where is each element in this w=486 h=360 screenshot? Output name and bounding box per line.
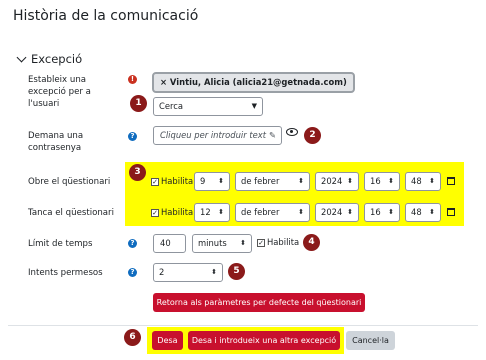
close-quiz-minute: 48 [411,207,422,217]
dropdown-arrow-icon: ⬍ [388,208,394,216]
calendar-icon[interactable] [447,177,455,185]
dropdown-arrow-icon: ⬍ [429,208,435,216]
open-quiz-label: Obre el qüestionari [28,177,111,187]
attempts-select[interactable]: 2 ⬍ [153,263,223,282]
open-quiz-day-select[interactable]: 9 ⬍ [194,172,230,191]
open-quiz-enable-label: Habilita [161,176,194,186]
dropdown-arrow-icon: ⬍ [429,177,435,185]
attempts-label: Intents permesos [28,268,103,278]
close-quiz-enable-label: Habilita [161,207,194,217]
dropdown-arrow-icon: ▼ [251,102,257,110]
time-limit-unit-select[interactable]: minuts ⬍ [192,234,252,253]
dropdown-arrow-icon: ⬍ [388,177,394,185]
open-quiz-enable-checkbox[interactable]: ✓ [151,178,159,186]
section-header-exception[interactable]: Excepció [16,52,83,66]
save-button[interactable]: Desa [152,331,183,350]
marker-1: 1 [130,95,147,112]
password-label: Demana una contrasenya [28,131,84,153]
marker-3: 3 [129,164,146,181]
close-quiz-year-select[interactable]: 2024 ⬍ [315,203,359,222]
close-quiz-minute-select[interactable]: 48 ⬍ [405,203,441,222]
page-title: Història de la comunicació [13,8,199,24]
help-icon[interactable]: ? [128,132,137,141]
close-quiz-day-select[interactable]: 12 ⬍ [194,203,230,222]
selected-user-chip[interactable]: × Vintiu, Alicia (alicia21@getnada.com) [152,72,355,93]
open-quiz-minute: 48 [411,176,422,186]
open-quiz-year: 2024 [321,176,343,186]
calendar-icon[interactable] [447,208,455,216]
close-quiz-month: de febrer [241,207,280,217]
close-quiz-year: 2024 [321,207,343,217]
chevron-down-icon[interactable] [16,52,27,62]
dropdown-arrow-icon: ⬍ [218,208,224,216]
cancel-button[interactable]: Cancel·la [346,331,395,350]
close-quiz-day: 12 [200,207,211,217]
time-limit-enable-checkbox[interactable]: ✓ [257,239,265,247]
dropdown-arrow-icon: ⬍ [218,177,224,185]
attempts-value: 2 [159,267,165,277]
user-override-label: Estableix una excepció per a l'usuari [28,75,91,109]
user-search-select[interactable]: Cerca ▼ [153,97,263,116]
time-limit-enable-label: Habilita [267,237,300,247]
section-title: Excepció [31,52,83,66]
close-quiz-hour: 16 [370,207,381,217]
save-and-add-button[interactable]: Desa i introdueix una altra excepció [188,331,340,350]
time-limit-input[interactable]: 40 [153,234,186,253]
open-quiz-year-select[interactable]: 2024 ⬍ [315,172,359,191]
dropdown-arrow-icon: ⬍ [347,208,353,216]
open-quiz-minute-select[interactable]: 48 ⬍ [405,172,441,191]
close-quiz-hour-select[interactable]: 16 ⬍ [364,203,400,222]
divider [8,325,478,326]
marker-6: 6 [124,329,141,346]
close-quiz-month-select[interactable]: de febrer ⬍ [235,203,310,222]
open-quiz-month: de febrer [241,176,280,186]
dropdown-arrow-icon: ⬍ [211,268,217,276]
help-icon[interactable]: ? [128,239,137,248]
eye-icon[interactable] [286,128,298,136]
open-quiz-day: 9 [200,176,206,186]
open-quiz-hour: 16 [370,176,381,186]
password-input[interactable]: Cliqueu per introduir text ✎ [153,126,282,145]
dropdown-arrow-icon: ⬍ [298,208,304,216]
open-quiz-hour-select[interactable]: 16 ⬍ [364,172,400,191]
user-search-value: Cerca [159,101,183,111]
time-limit-label: Límit de temps [28,239,93,249]
help-icon[interactable]: ? [128,268,137,277]
required-icon: ! [128,75,137,84]
dropdown-arrow-icon: ⬍ [240,239,246,247]
marker-4: 4 [303,234,320,251]
dropdown-arrow-icon: ⬍ [347,177,353,185]
time-limit-unit: minuts [198,238,227,248]
close-quiz-enable-checkbox[interactable]: ✓ [151,209,159,217]
revert-defaults-button[interactable]: Retorna als paràmetres per defecte del q… [153,293,365,312]
marker-2: 2 [304,127,321,144]
close-quiz-label: Tanca el qüestionari [28,208,114,218]
open-quiz-month-select[interactable]: de febrer ⬍ [235,172,310,191]
pencil-icon: ✎ [268,130,276,140]
password-placeholder: Cliqueu per introduir text [160,130,267,140]
dropdown-arrow-icon: ⬍ [298,177,304,185]
marker-5: 5 [228,263,245,280]
